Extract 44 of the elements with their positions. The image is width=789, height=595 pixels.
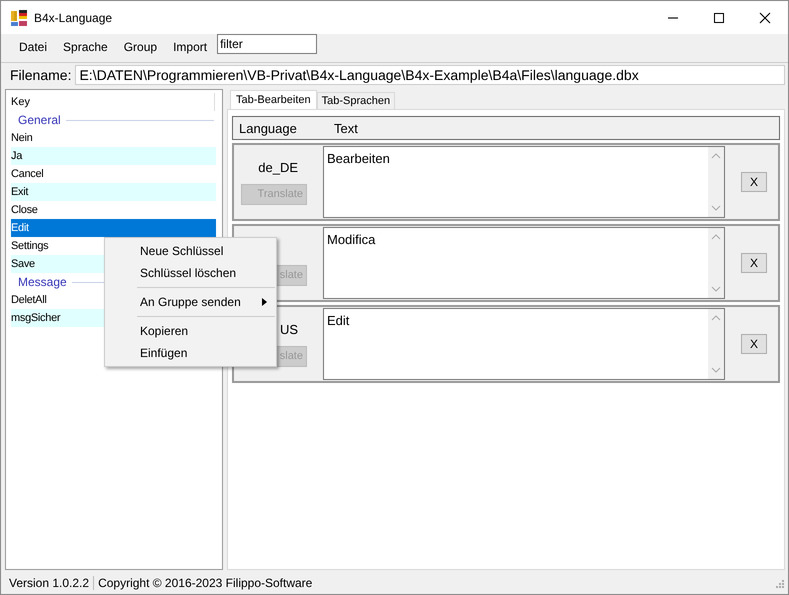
close-icon[interactable] [759, 12, 771, 24]
list-item[interactable]: Ja [11, 147, 216, 165]
maximize-icon[interactable] [713, 12, 725, 24]
text-area[interactable]: Bearbeiten [323, 146, 725, 218]
column-header: Text [334, 120, 358, 136]
filter-field[interactable]: filter [217, 34, 318, 54]
delete-button[interactable]: X [741, 334, 767, 354]
scrollbar[interactable] [708, 228, 724, 298]
list-item[interactable]: Cancel [11, 165, 216, 183]
delete-button[interactable]: X [741, 253, 767, 273]
filename-field[interactable]: E:\DATEN\Programmieren\VB-Privat\B4x-Language\B4x-Example\B4a\Files\language.dbx [75, 65, 785, 85]
list-item[interactable]: Edit [11, 219, 216, 237]
menu-item[interactable]: Group [116, 40, 166, 54]
resize-grip-icon[interactable] [774, 578, 784, 588]
scrollbar[interactable] [708, 147, 724, 217]
scrollbar[interactable] [708, 309, 724, 379]
text-area[interactable]: Edit [323, 308, 725, 380]
status-text: Version 1.0.2.2 [9, 576, 90, 590]
menu-item[interactable]: Kopieren [105, 320, 276, 342]
group-header: Message [18, 275, 67, 289]
list-item[interactable]: Close [11, 201, 216, 219]
menu-item[interactable]: Import [165, 40, 216, 54]
app-icon [10, 8, 28, 26]
menu-item[interactable]: An Gruppe senden [105, 291, 276, 313]
column-header: Key [11, 93, 215, 111]
group-header: General [18, 113, 61, 127]
submenu-arrow-icon [262, 298, 267, 306]
menu-item[interactable]: Schlüssel löschen [105, 262, 276, 284]
language-label: de_DE [258, 160, 298, 174]
text-area[interactable]: Modifica [323, 227, 725, 299]
column-header: Language [239, 120, 298, 136]
list-item[interactable]: Nein [11, 129, 216, 147]
tab[interactable]: Tab-Bearbeiten [230, 90, 317, 109]
window-title: B4x-Language [34, 10, 112, 24]
status-text: Copyright © 2016-2023 Filippo-Software [93, 576, 312, 590]
menu-item[interactable]: Neue Schlüssel [105, 240, 276, 262]
menu-item[interactable]: Sprache [55, 40, 116, 54]
language-label: US [280, 322, 298, 336]
tab[interactable]: Tab-Sprachen [316, 92, 396, 109]
filename-label: Filename: [10, 67, 72, 83]
menu-item[interactable]: Einfügen [105, 342, 276, 364]
list-item[interactable]: Exit [11, 183, 216, 201]
delete-button[interactable]: X [741, 172, 767, 192]
menu-item[interactable]: Datei [11, 40, 56, 54]
